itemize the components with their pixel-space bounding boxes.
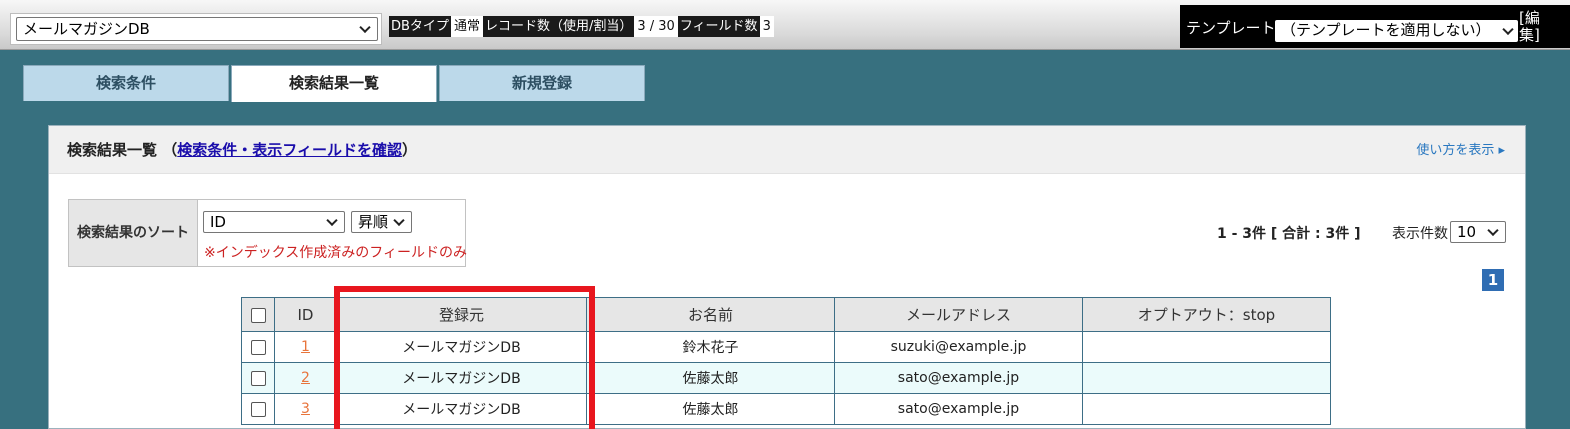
db-type-label: DBタイプ: [389, 16, 451, 37]
panel-title: 検索結果一覧 （検索条件・表示フィールドを確認）: [67, 139, 417, 160]
page-number-current[interactable]: 1: [1482, 269, 1504, 291]
result-count: 1 - 3件 [ 合計 : 3件 ]: [1217, 226, 1361, 242]
header-id[interactable]: ID: [274, 297, 337, 332]
field-count-label: フィールド数: [677, 16, 760, 37]
panel-header: 検索結果一覧 （検索条件・表示フィールドを確認） 使い方を表示 ▸: [49, 126, 1525, 174]
id-cell: 2: [274, 362, 337, 394]
record-count-label: レコード数（使用/割当）: [482, 16, 635, 37]
row-checkbox-cell: [241, 362, 275, 394]
field-count-value: 3: [759, 16, 774, 37]
panel-title-text: 検索結果一覧: [67, 141, 158, 159]
row-checkbox[interactable]: [250, 401, 266, 417]
chevron-down-icon: [326, 214, 338, 227]
per-page-label: 表示件数: [1392, 226, 1448, 242]
row-checkbox-cell: [241, 331, 275, 363]
sort-field-value: ID: [210, 213, 226, 231]
template-area: テンプレート （テンプレートを適用しない） [編集]: [1180, 5, 1570, 48]
chevron-down-icon: [1487, 224, 1499, 237]
record-id-link[interactable]: 1: [301, 339, 310, 355]
name-cell: 佐藤太郎: [586, 362, 835, 394]
per-page-select[interactable]: 10: [1450, 221, 1506, 243]
sort-box: 検索結果のソート ID 昇順 ※インデックス作成済みのフィールドのみ: [68, 199, 468, 267]
sort-field-select[interactable]: ID: [203, 211, 345, 233]
header-name[interactable]: お名前: [586, 297, 835, 332]
id-cell: 1: [274, 331, 337, 363]
row-checkbox[interactable]: [250, 370, 266, 386]
record-id-link[interactable]: 3: [301, 401, 310, 417]
db-type-value: 通常: [450, 16, 483, 37]
template-label: テンプレート: [1186, 19, 1276, 37]
sort-label: 検索結果のソート: [69, 200, 198, 266]
tab-search-conditions[interactable]: 検索条件: [23, 65, 229, 101]
optout-cell: [1082, 362, 1331, 394]
db-select-value: メールマガジンDB: [23, 20, 150, 38]
tab-new-registration[interactable]: 新規登録: [439, 65, 645, 101]
chevron-down-icon: [1502, 23, 1514, 36]
header-optout[interactable]: オプトアウト：stop: [1082, 297, 1331, 332]
sort-order-value: 昇順: [358, 213, 389, 231]
header-email[interactable]: メールアドレス: [834, 297, 1083, 332]
panel-title-open-paren: （: [162, 141, 178, 159]
record-id-link[interactable]: 2: [301, 370, 310, 386]
header-select-all: [241, 297, 275, 332]
template-select[interactable]: （テンプレートを適用しない）: [1275, 20, 1518, 42]
select-all-checkbox[interactable]: [250, 307, 266, 323]
template-edit-link[interactable]: [編集]: [1519, 10, 1559, 44]
optout-cell: [1082, 393, 1331, 425]
name-cell: 鈴木花子: [586, 331, 835, 363]
db-info: DBタイプ 通常 レコード数（使用/割当） 3 / 30 フィールド数 3: [389, 16, 774, 37]
template-select-value: （テンプレートを適用しない）: [1281, 21, 1491, 39]
chevron-down-icon: [359, 21, 371, 34]
chevron-down-icon: [393, 214, 405, 227]
email-cell: suzuki@example.jp: [834, 331, 1083, 363]
sort-note: ※インデックス作成済みのフィールドのみ: [204, 245, 468, 261]
email-cell: sato@example.jp: [834, 362, 1083, 394]
db-select-container: メールマガジンDB: [10, 13, 382, 45]
results-panel: 検索結果一覧 （検索条件・表示フィールドを確認） 使い方を表示 ▸ 検索結果のソ…: [48, 125, 1526, 429]
per-page-value: 10: [1457, 223, 1477, 241]
optout-cell: [1082, 331, 1331, 363]
tab-search-results[interactable]: 検索結果一覧: [231, 65, 437, 102]
row-checkbox-cell: [241, 393, 275, 425]
row-checkbox[interactable]: [250, 339, 266, 355]
db-select[interactable]: メールマガジンDB: [16, 17, 378, 41]
panel-title-close-paren: ）: [401, 141, 417, 159]
source-column-highlight: [334, 286, 595, 429]
top-bar: メールマガジンDB DBタイプ 通常 レコード数（使用/割当） 3 / 30 フ…: [0, 0, 1570, 50]
how-to-link[interactable]: 使い方を表示 ▸: [1416, 139, 1505, 158]
email-cell: sato@example.jp: [834, 393, 1083, 425]
record-count-value: 3 / 30: [634, 16, 678, 37]
sort-controls: ID 昇順 ※インデックス作成済みのフィールドのみ: [198, 200, 468, 266]
id-cell: 3: [274, 393, 337, 425]
search-conditions-link[interactable]: 検索条件・表示フィールドを確認: [177, 141, 402, 159]
name-cell: 佐藤太郎: [586, 393, 835, 425]
sort-order-select[interactable]: 昇順: [351, 211, 412, 233]
